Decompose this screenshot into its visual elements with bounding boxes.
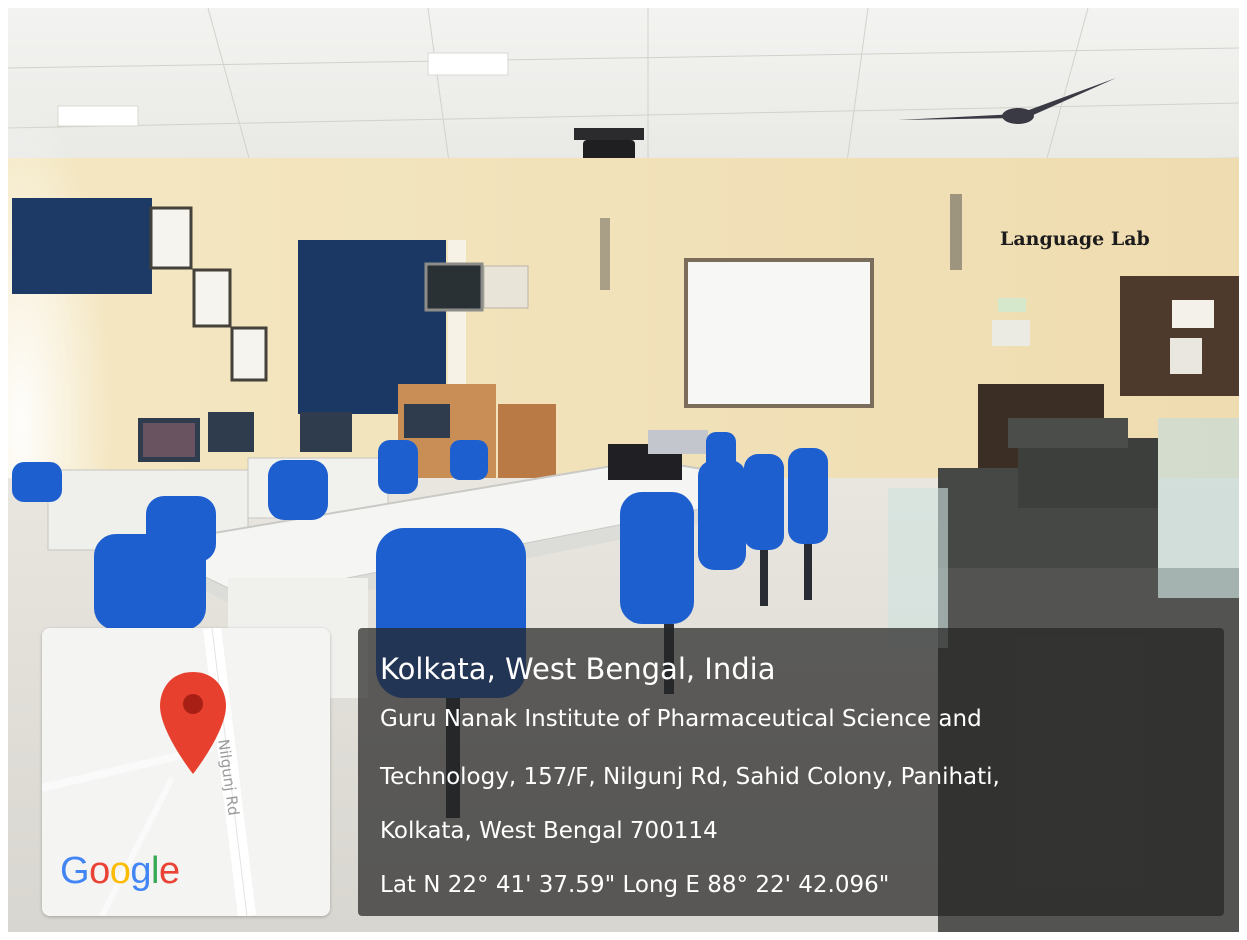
coordinates-line: Lat N 22° 41' 37.59" Long E 88° 22' 42.0… xyxy=(380,872,890,898)
address-line-2: Technology, 157/F, Nilgunj Rd, Sahid Col… xyxy=(380,764,1000,790)
language-lab-caption: Language Lab xyxy=(1000,228,1150,250)
address-line-3: Kolkata, West Bengal 700114 xyxy=(380,818,718,844)
google-logo: Google xyxy=(60,850,180,892)
geotagged-photo: Language Lab Nilgunj Rd Google Kolkata, … xyxy=(8,8,1239,932)
map-thumbnail: Nilgunj Rd Google xyxy=(42,628,330,916)
city-line: Kolkata, West Bengal, India xyxy=(380,652,776,686)
address-line-1: Guru Nanak Institute of Pharmaceutical S… xyxy=(380,706,982,732)
location-info-panel: Kolkata, West Bengal, India Guru Nanak I… xyxy=(358,628,1224,916)
